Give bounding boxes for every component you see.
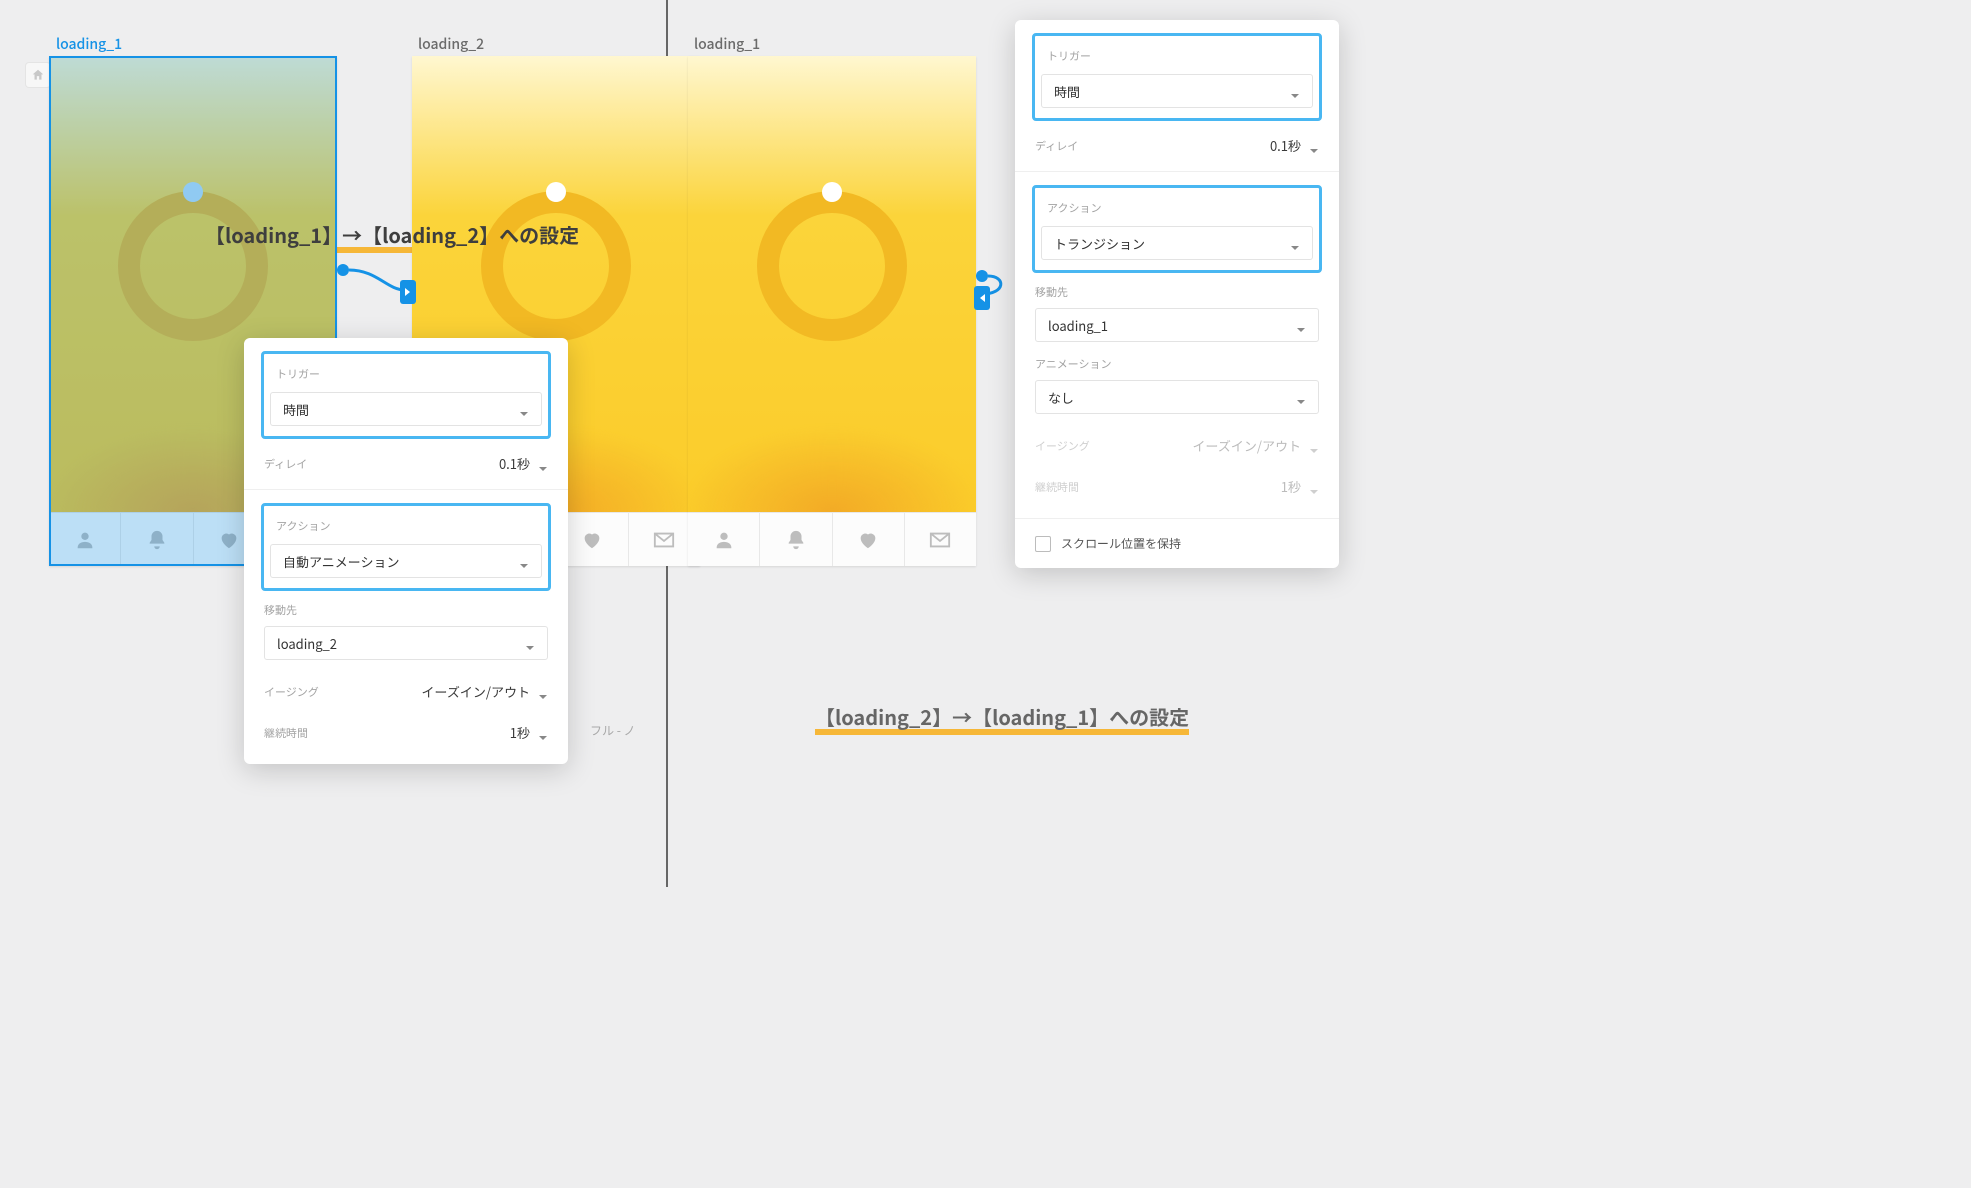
nav-heart-icon[interactable] xyxy=(833,513,905,566)
trigger-label: トリガー xyxy=(1047,48,1307,64)
chevron-down-icon xyxy=(1296,392,1306,402)
delay-value: 0.1秒 xyxy=(499,454,530,473)
nav-user-icon[interactable] xyxy=(49,513,121,566)
trigger-highlight: トリガー 時間 xyxy=(1032,33,1322,121)
duration-label: 継続時間 xyxy=(264,725,308,741)
nav-bell-icon[interactable] xyxy=(760,513,832,566)
delay-value: 0.1秒 xyxy=(1270,136,1301,155)
action-highlight: アクション トランジション xyxy=(1032,185,1322,273)
animation-label: アニメーション xyxy=(1035,356,1319,372)
artboard-label-loading1[interactable]: loading_1 xyxy=(56,34,122,54)
action-select[interactable]: トランジション xyxy=(1041,226,1313,260)
delay-select[interactable]: 0.1秒 xyxy=(1270,136,1319,155)
bottom-nav xyxy=(688,512,976,566)
chevron-down-icon xyxy=(1309,482,1319,492)
trigger-select[interactable]: 時間 xyxy=(270,392,542,426)
action-highlight: アクション 自動アニメーション xyxy=(261,503,551,591)
wire-arrow-left[interactable] xyxy=(974,286,990,310)
action-label: アクション xyxy=(276,518,536,534)
chevron-down-icon xyxy=(538,728,548,738)
nav-user-icon[interactable] xyxy=(688,513,760,566)
chevron-down-icon xyxy=(1290,86,1300,96)
easing-select: イーズイン/アウト xyxy=(1193,436,1319,455)
easing-value: イーズイン/アウト xyxy=(422,682,530,701)
preserve-scroll-checkbox-row[interactable]: スクロール位置を保持 xyxy=(1035,535,1319,552)
chevron-down-icon xyxy=(538,459,548,469)
wire-arrow-right[interactable] xyxy=(400,280,416,304)
destination-label: 移動先 xyxy=(1035,284,1319,300)
nav-mail-icon[interactable] xyxy=(905,513,976,566)
easing-select[interactable]: イーズイン/アウト xyxy=(422,682,548,701)
artboard-label-loading2[interactable]: loading_2 xyxy=(418,34,484,54)
chevron-down-icon xyxy=(1309,141,1319,151)
action-value: 自動アニメーション xyxy=(283,552,399,571)
callout-right: 【loading_2】→【loading_1】への設定 xyxy=(815,702,1189,731)
trigger-highlight: トリガー 時間 xyxy=(261,351,551,439)
delay-select[interactable]: 0.1秒 xyxy=(499,454,548,473)
chevron-down-icon xyxy=(519,556,529,566)
destination-value: loading_2 xyxy=(277,634,337,653)
duration-label: 継続時間 xyxy=(1035,479,1079,495)
duration-value: 1秒 xyxy=(510,723,530,742)
trigger-label: トリガー xyxy=(276,366,536,382)
chevron-down-icon xyxy=(525,638,535,648)
chevron-down-icon xyxy=(538,687,548,697)
callout-left: 【loading_1】→【loading_2】への設定 xyxy=(205,220,579,249)
delay-label: ディレイ xyxy=(264,456,307,472)
home-icon xyxy=(31,68,45,82)
easing-label: イージング xyxy=(264,684,319,700)
duration-value: 1秒 xyxy=(1281,477,1301,496)
duration-select[interactable]: 1秒 xyxy=(510,723,548,742)
checkbox-icon xyxy=(1035,536,1051,552)
destination-select[interactable]: loading_1 xyxy=(1035,308,1319,342)
chevron-down-icon xyxy=(1296,320,1306,330)
action-value: トランジション xyxy=(1054,234,1145,253)
preserve-scroll-label: スクロール位置を保持 xyxy=(1061,535,1181,552)
trigger-select[interactable]: 時間 xyxy=(1041,74,1313,108)
animation-value: なし xyxy=(1048,388,1074,407)
callout-right-text: 【loading_2】→【loading_1】への設定 xyxy=(815,702,1189,731)
destination-value: loading_1 xyxy=(1048,316,1108,335)
chevron-down-icon xyxy=(1309,441,1319,451)
transition-panel-left: トリガー 時間 ディレイ 0.1秒 アクション 自動アニメーション 移動先 lo… xyxy=(244,338,568,764)
nav-bell-icon[interactable] xyxy=(121,513,193,566)
destination-select[interactable]: loading_2 xyxy=(264,626,548,660)
callout-left-text: 【loading_1】→【loading_2】への設定 xyxy=(205,220,579,249)
destination-label: 移動先 xyxy=(264,602,548,618)
action-label: アクション xyxy=(1047,200,1307,216)
easing-label: イージング xyxy=(1035,438,1090,454)
trigger-value: 時間 xyxy=(283,400,309,419)
home-button[interactable] xyxy=(26,63,50,87)
chevron-down-icon xyxy=(1290,238,1300,248)
easing-value: イーズイン/アウト xyxy=(1193,436,1301,455)
action-select[interactable]: 自動アニメーション xyxy=(270,544,542,578)
chevron-down-icon xyxy=(519,404,529,414)
delay-label: ディレイ xyxy=(1035,138,1078,154)
trigger-value: 時間 xyxy=(1054,82,1080,101)
fragment-text-1: フル - ノ xyxy=(590,722,636,739)
transition-panel-right: トリガー 時間 ディレイ 0.1秒 アクション トランジション 移動先 load… xyxy=(1015,20,1339,568)
artboard-label-loading1-right[interactable]: loading_1 xyxy=(694,34,760,54)
animation-select[interactable]: なし xyxy=(1035,380,1319,414)
artboard-loading1-right[interactable] xyxy=(688,56,976,566)
duration-select: 1秒 xyxy=(1281,477,1319,496)
